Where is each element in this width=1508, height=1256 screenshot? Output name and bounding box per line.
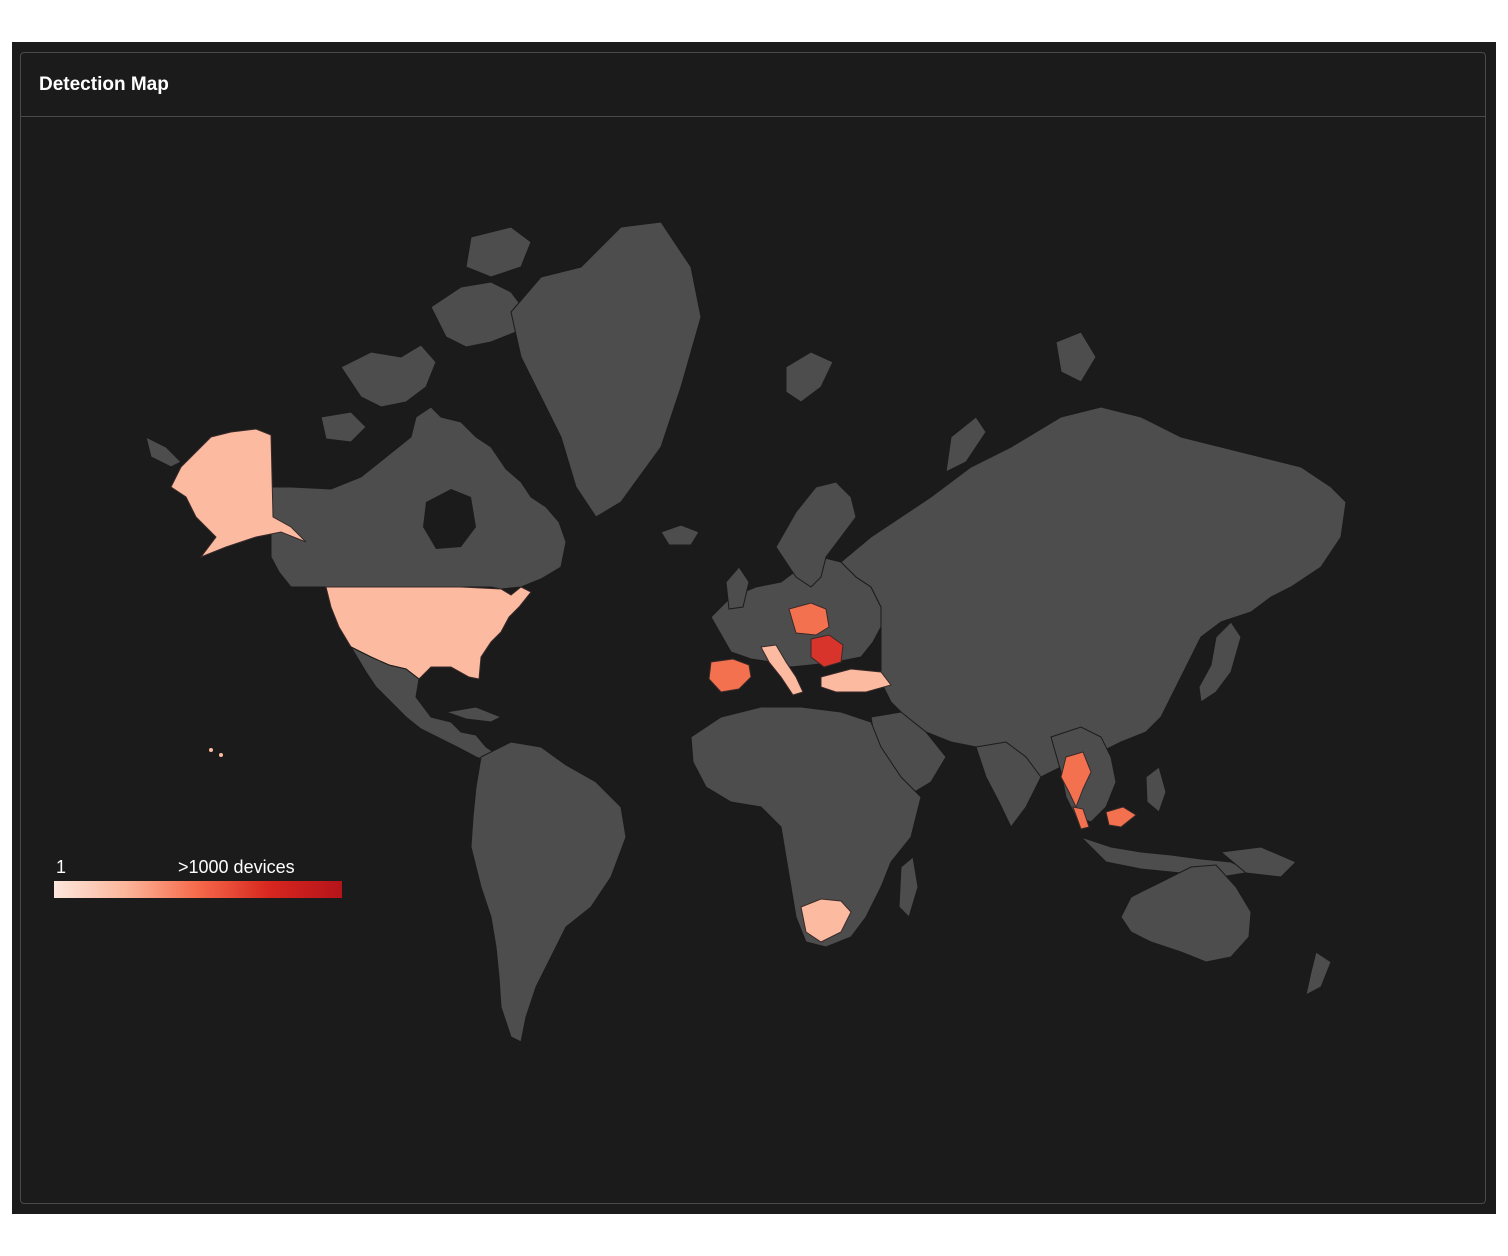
country-australia[interactable] (1120, 864, 1252, 963)
land-severnaya (1055, 331, 1097, 383)
country-greenland[interactable] (510, 221, 702, 518)
land-arctic-islands-1 (340, 344, 437, 408)
land-cuba (445, 706, 503, 723)
world-map[interactable]: 1 >1000 devices (21, 117, 1485, 1203)
country-canada[interactable] (270, 406, 567, 590)
hawaii (209, 748, 213, 752)
color-legend: 1 >1000 devices (54, 857, 344, 907)
land-aleutians (145, 436, 182, 468)
country-madagascar[interactable] (898, 856, 919, 918)
detection-map-panel: Detection Map 1 >1000 devices (20, 52, 1486, 1204)
land-indonesia[interactable] (1080, 836, 1253, 878)
legend-max-label: >1000 devices (178, 857, 295, 877)
legend-min-label: 1 (56, 857, 67, 877)
country-spain[interactable] (708, 658, 752, 693)
land-arctic-islands-3 (465, 226, 532, 278)
country-iceland[interactable] (660, 524, 700, 546)
country-usa[interactable] (325, 586, 532, 680)
land-philippines (1145, 766, 1167, 813)
panel-header: Detection Map (21, 53, 1485, 117)
land-arctic-islands-4 (320, 411, 367, 443)
world-map-svg[interactable] (21, 117, 1485, 1203)
country-turkey[interactable] (820, 668, 892, 693)
panel-title: Detection Map (39, 73, 169, 95)
country-malaysia-borneo[interactable] (1105, 806, 1137, 828)
hawaii-2 (219, 753, 223, 757)
land-south-america[interactable] (470, 741, 627, 1043)
legend-gradient-bar (54, 881, 342, 898)
land-svalbard (785, 351, 834, 403)
country-new-zealand[interactable] (1305, 951, 1332, 996)
country-poland[interactable] (788, 602, 830, 636)
dashboard-background: Detection Map 1 >1000 devices (12, 42, 1496, 1214)
